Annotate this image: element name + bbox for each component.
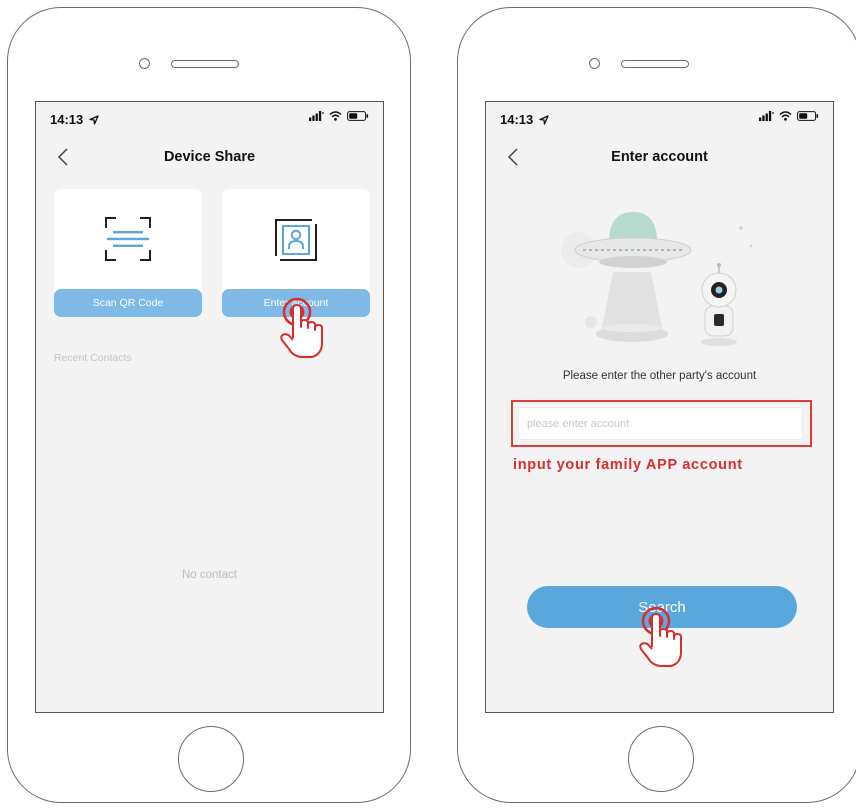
signal-icon xyxy=(309,111,324,121)
home-button[interactable] xyxy=(628,726,694,792)
scan-qr-button[interactable]: Scan QR Code xyxy=(54,289,202,317)
ufo-robot-illustration xyxy=(561,212,753,346)
front-camera xyxy=(589,58,600,69)
tap-hand-icon xyxy=(639,606,682,667)
tap-hand-icon xyxy=(280,297,323,358)
recent-contacts-label: Recent Contacts xyxy=(54,352,132,364)
earpiece-speaker xyxy=(621,60,689,68)
account-prompt: Please enter the other party's account xyxy=(562,370,757,382)
scan-qr-card[interactable]: Scan QR Code xyxy=(54,189,202,317)
page-title: Device Share xyxy=(163,149,256,165)
signal-icon xyxy=(759,111,774,121)
phone-frame-left: 14:13 Device Share Scan QR Code Enter ac… xyxy=(7,7,411,803)
earpiece-speaker xyxy=(171,60,239,68)
status-icons xyxy=(759,111,819,121)
wifi-icon xyxy=(329,111,342,121)
device-share-screen: 14:13 Device Share Scan QR Code Enter ac… xyxy=(35,101,384,713)
location-arrow-icon xyxy=(539,115,549,125)
battery-icon xyxy=(347,111,369,121)
status-time: 14:13 xyxy=(50,112,99,127)
enter-account-screen: 14:13 Enter account Please enter the oth… xyxy=(485,101,834,713)
front-camera xyxy=(139,58,150,69)
page-title: Enter account xyxy=(611,149,708,165)
home-button[interactable] xyxy=(178,726,244,792)
battery-icon xyxy=(797,111,819,121)
status-icons xyxy=(309,111,369,121)
instruction-annotation: input your family APP account xyxy=(513,457,743,473)
location-arrow-icon xyxy=(89,115,99,125)
account-input-highlight xyxy=(511,400,812,447)
wifi-icon xyxy=(779,111,792,121)
phone-frame-right: 14:13 Enter account Please enter the oth… xyxy=(457,7,856,803)
account-input[interactable] xyxy=(518,407,803,440)
qr-scan-icon xyxy=(105,217,151,261)
status-time: 14:13 xyxy=(500,112,549,127)
no-contact-text: No contact xyxy=(182,569,237,581)
contact-card-icon xyxy=(275,219,317,261)
